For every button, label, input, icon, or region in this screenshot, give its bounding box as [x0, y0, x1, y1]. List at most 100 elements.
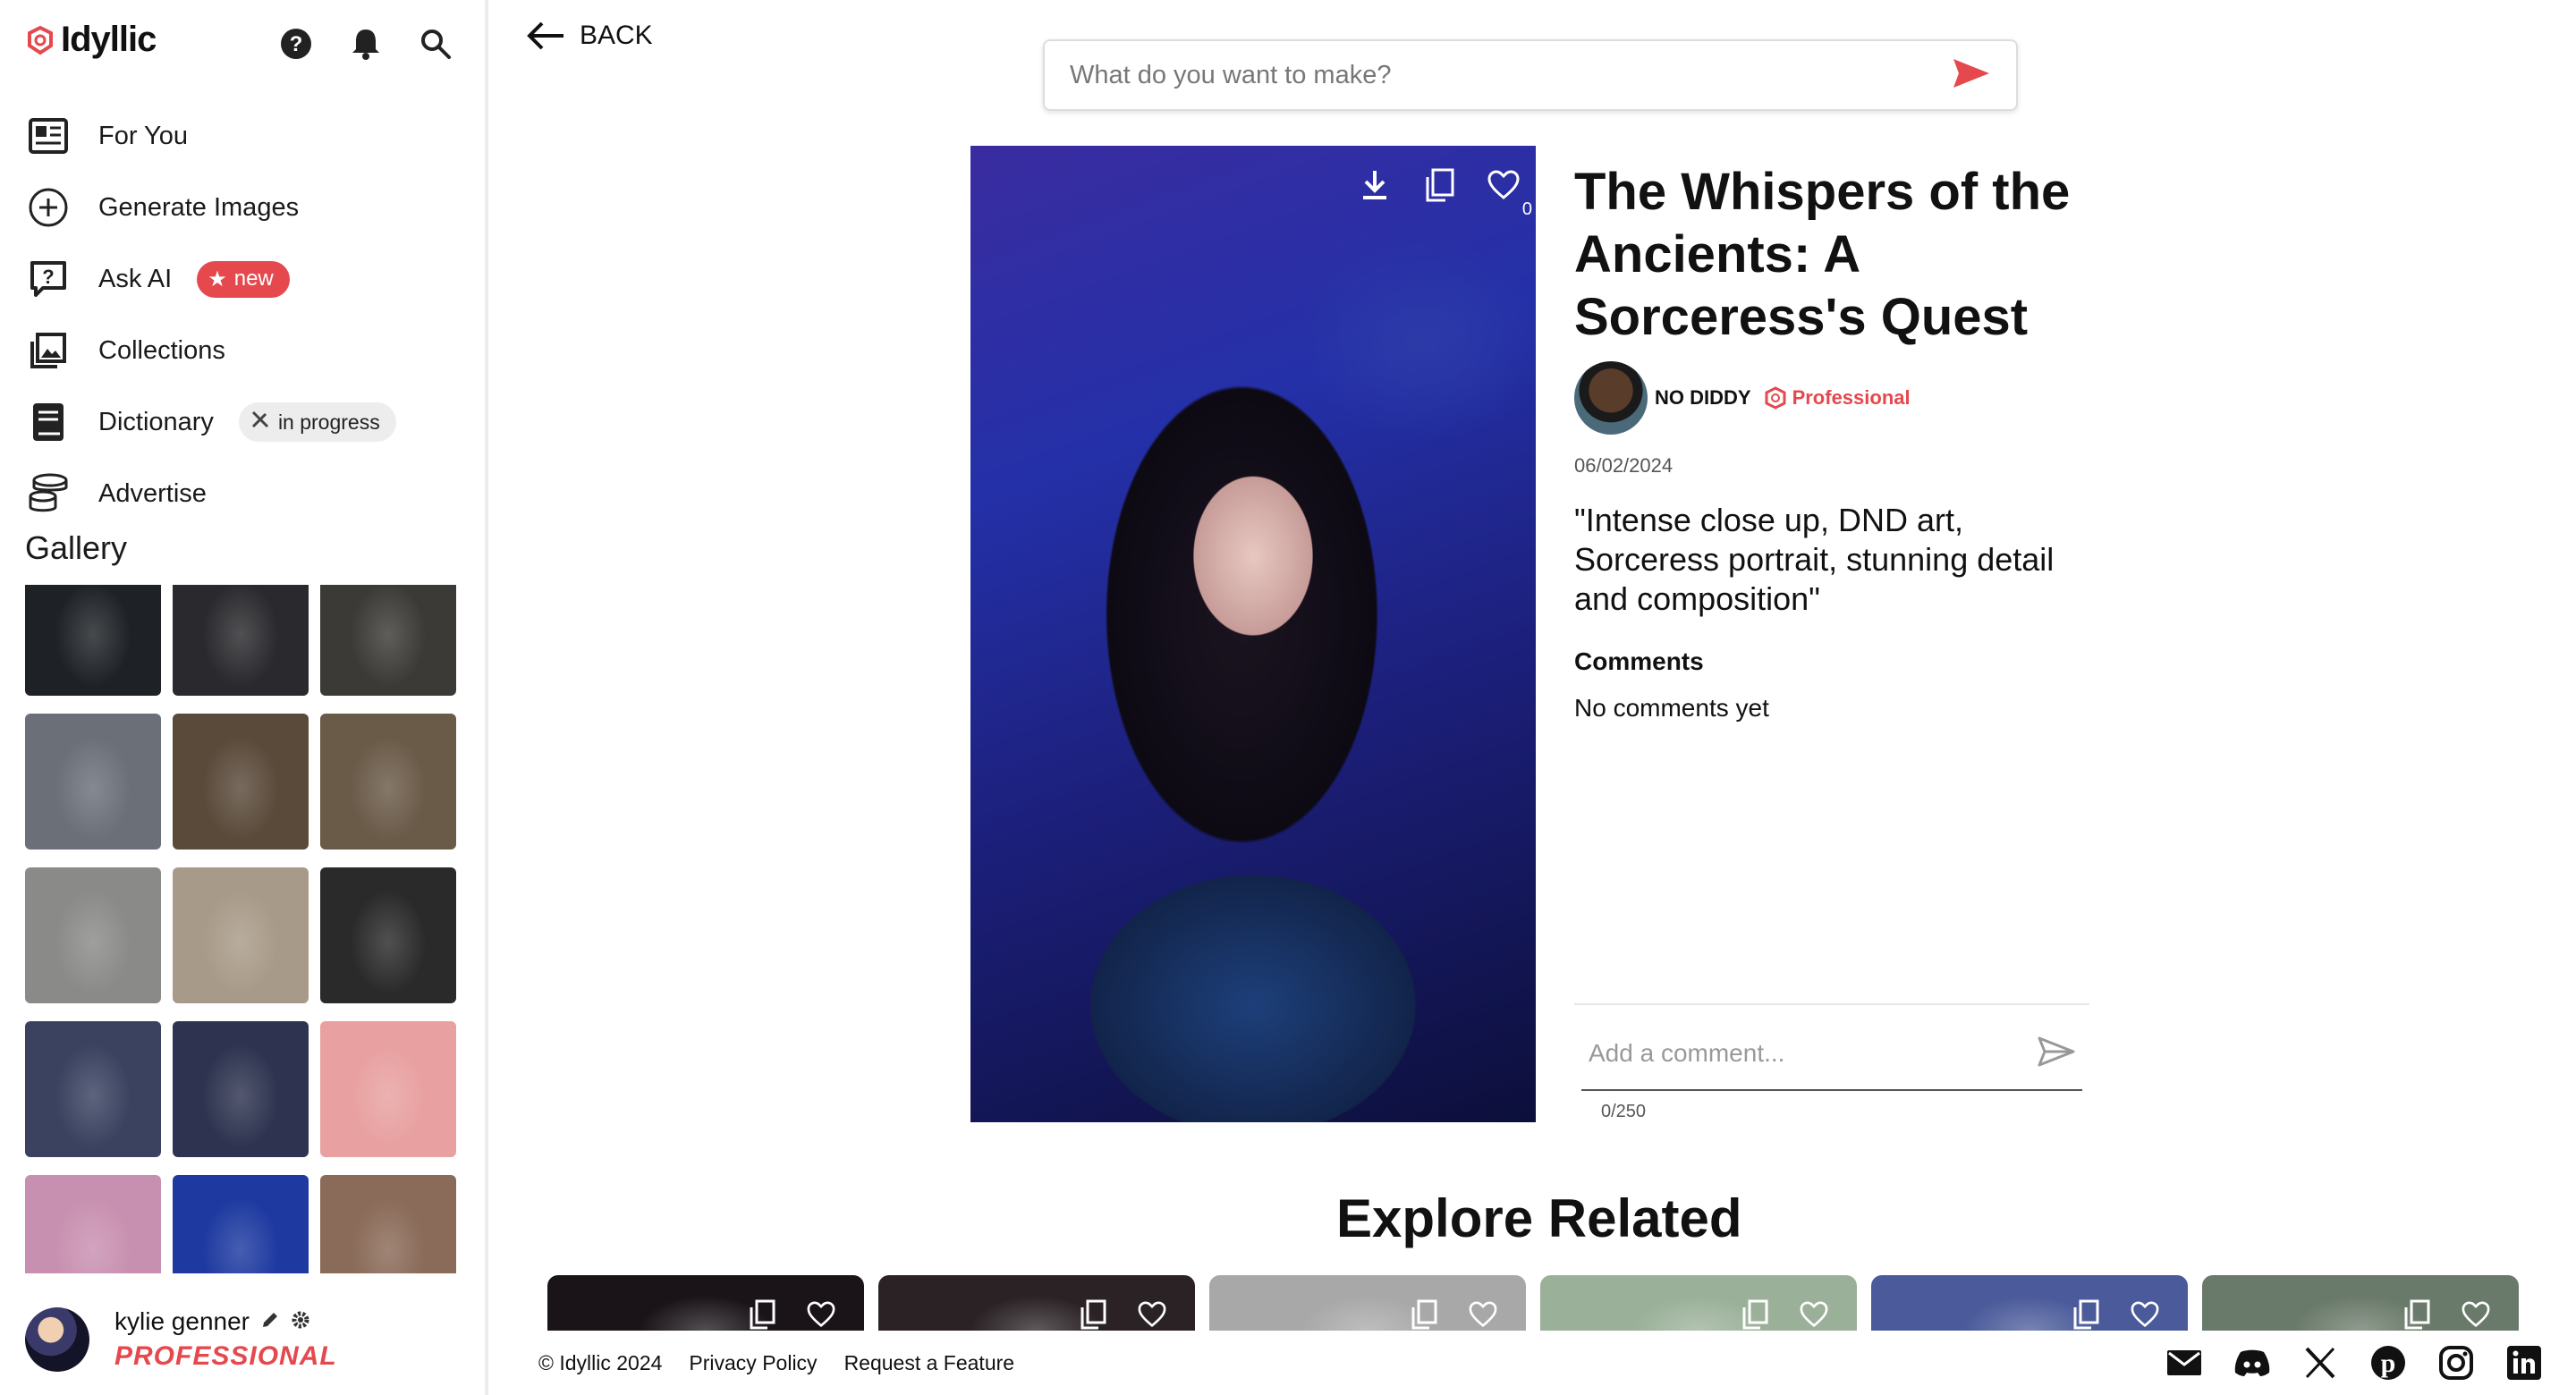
related-grid — [547, 1275, 2519, 1331]
gallery-thumbnail[interactable] — [25, 714, 161, 850]
gallery-thumbnail[interactable] — [25, 867, 161, 1003]
related-card[interactable] — [1209, 1275, 1526, 1331]
user-profile[interactable]: kylie genner PROFESSIONAL — [25, 1307, 337, 1372]
search-icon[interactable] — [417, 25, 454, 63]
artwork-image[interactable]: 0 — [970, 146, 1536, 1122]
related-card-actions — [746, 1298, 837, 1331]
request-feature-link[interactable]: Request a Feature — [844, 1351, 1015, 1375]
like-count: 0 — [1521, 199, 1532, 219]
arrow-left-icon — [527, 21, 564, 50]
bell-icon[interactable] — [347, 25, 385, 63]
copy-icon[interactable] — [1419, 165, 1459, 205]
gallery-thumbnail[interactable] — [320, 585, 456, 696]
copy-icon[interactable] — [1739, 1298, 1771, 1331]
prompt-bar — [1043, 39, 2018, 111]
coins-icon — [25, 470, 72, 517]
sidebar-item-label: Collections — [98, 335, 225, 365]
gallery-thumbnail[interactable] — [173, 714, 309, 850]
footer: © Idyllic 2024 Privacy Policy Request a … — [488, 1331, 2576, 1395]
sidebar-item-collections[interactable]: Collections — [25, 315, 472, 386]
privacy-policy-link[interactable]: Privacy Policy — [689, 1351, 817, 1375]
no-comments-text: No comments yet — [1574, 694, 1769, 722]
prompt-input[interactable] — [1070, 60, 1952, 90]
discord-icon[interactable] — [2233, 1343, 2272, 1382]
help-icon[interactable]: ? — [277, 25, 315, 63]
back-label: BACK — [580, 21, 653, 50]
gallery[interactable] — [25, 585, 460, 1273]
avatar[interactable] — [25, 1307, 89, 1372]
gallery-thumbnail[interactable] — [25, 585, 161, 696]
comments-heading: Comments — [1574, 647, 1704, 675]
gallery-thumbnail[interactable] — [173, 1175, 309, 1273]
pinterest-icon[interactable]: p — [2368, 1343, 2408, 1382]
gallery-thumbnail[interactable] — [320, 1021, 456, 1157]
sidebar-item-ask-ai[interactable]: ? Ask AI ★ new — [25, 243, 472, 315]
related-card-actions — [2401, 1298, 2492, 1331]
send-comment-icon[interactable] — [2038, 1036, 2075, 1071]
related-card[interactable] — [1871, 1275, 2188, 1331]
heart-icon[interactable] — [1467, 1298, 1499, 1331]
gallery-thumbnail[interactable] — [25, 1021, 161, 1157]
plus-circle-icon — [25, 184, 72, 231]
gallery-thumbnail[interactable] — [173, 867, 309, 1003]
book-icon — [25, 399, 72, 445]
sidebar-item-label: Generate Images — [98, 192, 300, 222]
send-icon[interactable] — [1952, 57, 1991, 94]
mail-icon[interactable] — [2165, 1343, 2204, 1382]
question-box-icon: ? — [25, 256, 72, 302]
instagram-icon[interactable] — [2436, 1343, 2476, 1382]
prompt-text: "Intense close up, DND art, Sorceress po… — [1574, 502, 2055, 617]
author-name[interactable]: NO DIDDY — [1655, 386, 1751, 410]
heart-icon[interactable] — [1136, 1298, 1168, 1331]
badge-label: Professional — [1792, 386, 1911, 409]
related-card-actions — [2070, 1298, 2161, 1331]
download-icon[interactable] — [1355, 165, 1394, 205]
sidebar-nav: For You Generate Images ? Ask AI ★ new C… — [25, 100, 472, 529]
image-stack-icon — [25, 327, 72, 374]
heart-icon[interactable] — [805, 1298, 837, 1331]
heart-icon[interactable] — [2460, 1298, 2492, 1331]
copy-icon[interactable] — [2401, 1298, 2433, 1331]
footer-links: © Idyllic 2024 Privacy Policy Request a … — [538, 1351, 1014, 1375]
sidebar-item-generate-images[interactable]: Generate Images — [25, 172, 472, 243]
gear-icon[interactable] — [291, 1307, 310, 1336]
x-icon[interactable] — [2301, 1343, 2340, 1382]
heart-icon[interactable] — [2129, 1298, 2161, 1331]
copy-icon[interactable] — [2070, 1298, 2102, 1331]
comment-input[interactable] — [1589, 1039, 2038, 1068]
heart-icon[interactable] — [1798, 1298, 1830, 1331]
copy-icon[interactable] — [1077, 1298, 1109, 1331]
logo[interactable]: Idyllic — [25, 20, 157, 60]
social-links: p — [2165, 1343, 2544, 1382]
pencil-icon[interactable] — [260, 1307, 280, 1336]
heart-icon[interactable] — [1484, 165, 1523, 205]
post-date: 06/02/2024 — [1574, 454, 1674, 477]
sidebar-item-dictionary[interactable]: Dictionary in progress — [25, 386, 472, 458]
new-badge: ★ new — [197, 260, 290, 298]
copy-icon[interactable] — [746, 1298, 778, 1331]
gallery-thumbnail[interactable] — [320, 1175, 456, 1273]
badge-label: in progress — [277, 410, 380, 434]
copy-icon[interactable] — [1408, 1298, 1440, 1331]
logo-text: Idyllic — [61, 20, 157, 59]
sidebar-item-label: For You — [98, 121, 188, 150]
related-card[interactable] — [1540, 1275, 1857, 1331]
back-button[interactable]: BACK — [524, 20, 653, 52]
sidebar-item-advertise[interactable]: Advertise — [25, 458, 472, 529]
newspaper-icon — [25, 113, 72, 159]
linkedin-icon[interactable] — [2504, 1343, 2544, 1382]
sidebar-item-for-you[interactable]: For You — [25, 100, 472, 172]
gallery-thumbnail[interactable] — [173, 585, 309, 696]
user-tier: PROFESSIONAL — [114, 1341, 337, 1371]
detail-panel: The Whispers of the Ancients: A Sorceres… — [1574, 161, 2102, 723]
related-card[interactable] — [2202, 1275, 2519, 1331]
gallery-thumbnail[interactable] — [320, 714, 456, 850]
artwork-title: The Whispers of the Ancients: A Sorceres… — [1574, 163, 2071, 346]
badge-hex-icon — [1765, 386, 1786, 410]
gallery-thumbnail[interactable] — [173, 1021, 309, 1157]
related-card[interactable] — [547, 1275, 864, 1331]
author-avatar[interactable] — [1574, 361, 1648, 435]
gallery-thumbnail[interactable] — [25, 1175, 161, 1273]
gallery-thumbnail[interactable] — [320, 867, 456, 1003]
related-card[interactable] — [878, 1275, 1195, 1331]
